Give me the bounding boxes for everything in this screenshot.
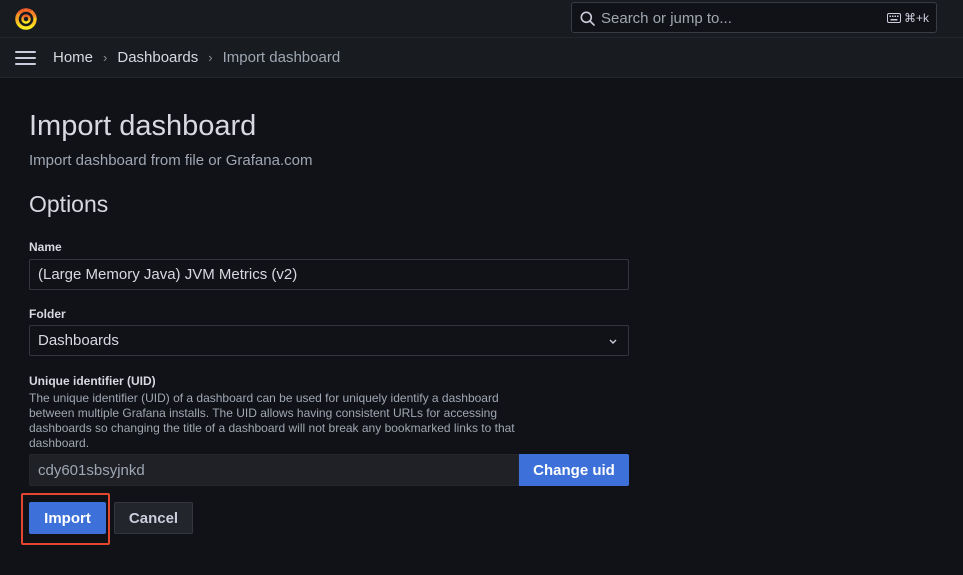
folder-label: Folder [29,307,66,321]
cancel-button[interactable]: Cancel [114,502,193,534]
breadcrumb: Home › Dashboards › Import dashboard [53,49,340,66]
breadcrumb-dashboards[interactable]: Dashboards [117,49,198,66]
section-title: Options [29,191,109,217]
grafana-logo-icon[interactable] [13,6,39,32]
search-input[interactable]: Search or jump to... ⌘+k [571,2,937,33]
menu-icon[interactable] [15,51,36,65]
name-value: (Large Memory Java) JVM Metrics (v2) [38,266,298,283]
search-placeholder: Search or jump to... [601,10,732,27]
keyboard-shortcut-hint: ⌘+k [886,11,929,25]
shortcut-text: ⌘+k [903,11,929,25]
chevron-right-icon: › [208,50,213,65]
breadcrumb-bar: Home › Dashboards › Import dashboard [0,38,963,78]
page-title: Import dashboard [29,110,257,142]
uid-input: cdy601sbsyjnkd [29,454,519,486]
chevron-right-icon: › [103,50,108,65]
name-input[interactable]: (Large Memory Java) JVM Metrics (v2) [29,259,629,290]
folder-select[interactable]: Dashboards [29,325,629,356]
top-bar: Search or jump to... ⌘+k [0,0,963,38]
change-uid-button[interactable]: Change uid [519,454,629,486]
uid-label: Unique identifier (UID) [29,374,156,388]
name-label: Name [29,240,62,254]
breadcrumb-current: Import dashboard [222,49,341,66]
breadcrumb-home[interactable]: Home [53,49,93,66]
page-subtitle: Import dashboard from file or Grafana.co… [29,152,313,169]
search-icon [580,11,595,26]
import-button[interactable]: Import [29,502,106,534]
chevron-down-icon [609,339,617,344]
uid-value: cdy601sbsyjnkd [38,462,145,479]
keyboard-icon [886,13,901,23]
uid-description: The unique identifier (UID) of a dashboa… [29,391,515,450]
folder-value: Dashboards [38,332,119,349]
